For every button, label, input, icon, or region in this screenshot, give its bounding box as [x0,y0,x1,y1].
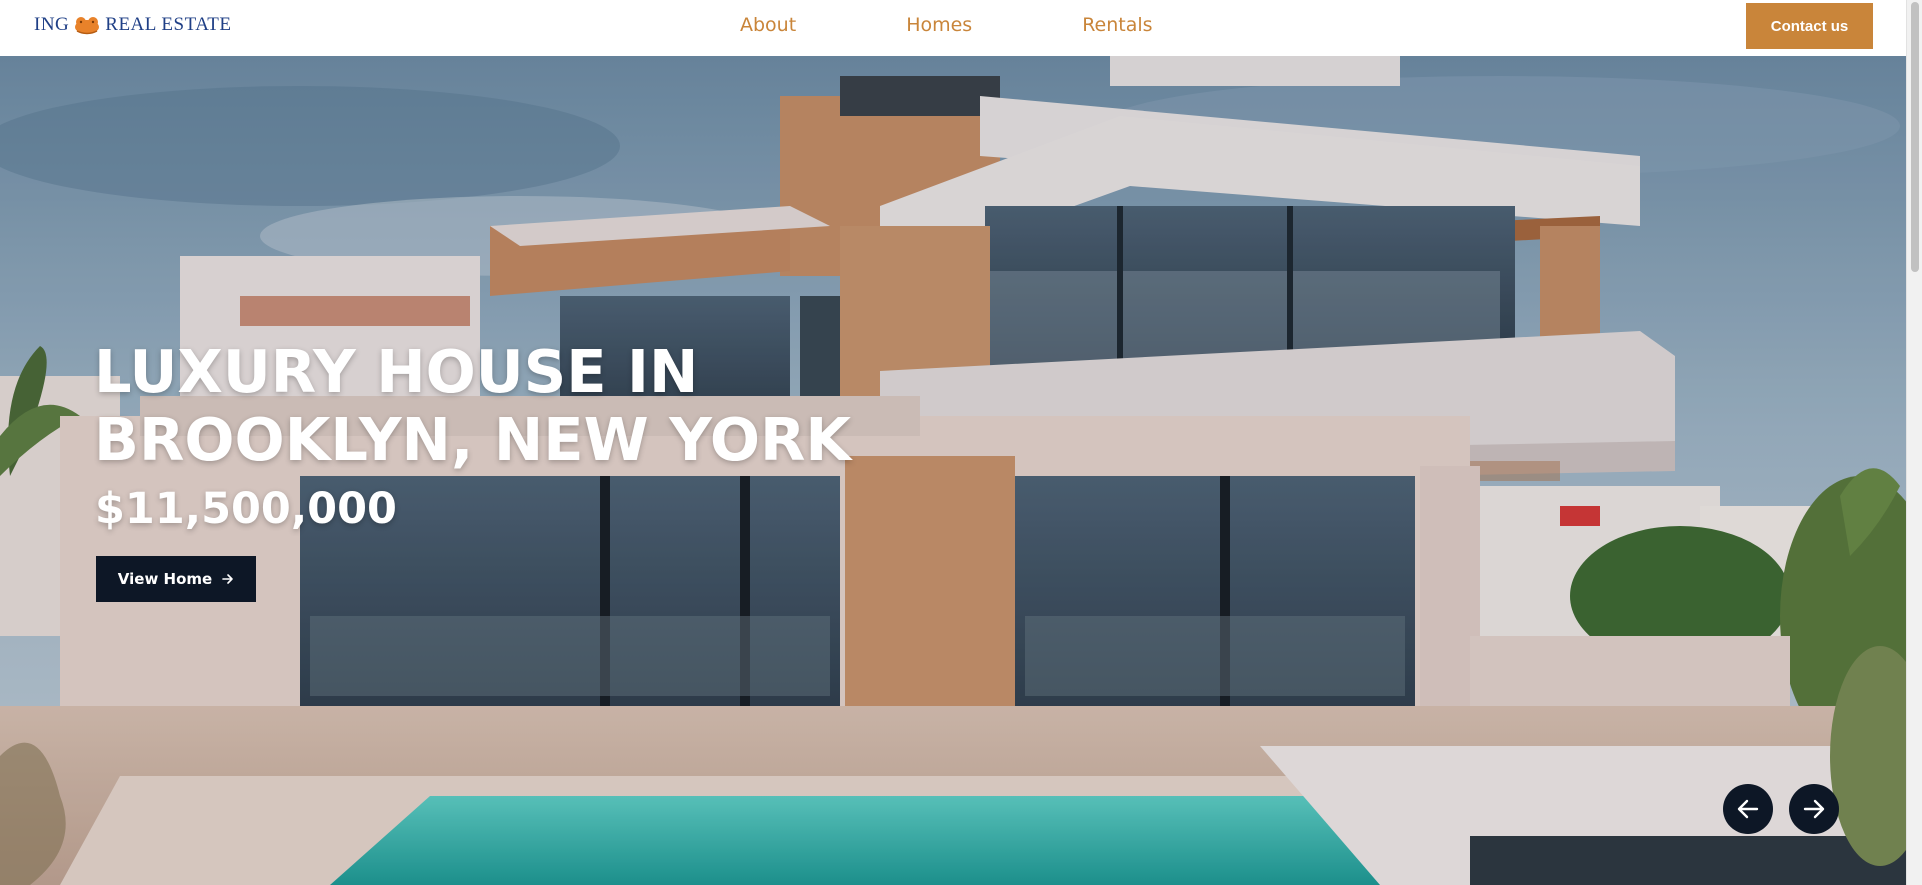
arrow-right-icon [222,574,234,584]
nav-rentals[interactable]: Rentals [1082,14,1152,36]
main-nav: About Homes Rentals [740,14,1153,36]
page-scrollbar[interactable] [1906,0,1922,885]
scrollbar-thumb[interactable] [1911,2,1919,272]
nav-homes[interactable]: Homes [906,14,972,36]
arrow-left-icon [1737,799,1759,819]
logo-text-ing: ING [34,14,70,35]
hero-title-line-1: LUXURY HOUSE IN [94,337,699,406]
page: ING REAL ESTATE About Homes Rentals Cont… [0,0,1922,885]
hero-section: LUXURY HOUSE IN BROOKLYN, NEW YORK $11,5… [0,56,1906,885]
previous-slide-button[interactable] [1723,784,1773,834]
lion-icon [75,17,100,35]
arrow-right-icon [1803,799,1825,819]
hero-title-line-2: BROOKLYN, NEW YORK [94,405,852,474]
site-header: ING REAL ESTATE About Homes Rentals Cont… [0,0,1906,56]
view-home-label: View Home [117,570,213,588]
next-slide-button[interactable] [1789,784,1839,834]
view-home-button[interactable]: View Home [96,556,256,602]
logo-text-real-estate: REAL ESTATE [105,14,232,35]
hero-title: LUXURY HOUSE IN BROOKLYN, NEW YORK [94,338,894,474]
logo[interactable]: ING REAL ESTATE [34,14,232,36]
nav-about[interactable]: About [740,14,796,36]
hero-price: $11,500,000 [95,484,397,534]
contact-us-button[interactable]: Contact us [1746,3,1873,49]
